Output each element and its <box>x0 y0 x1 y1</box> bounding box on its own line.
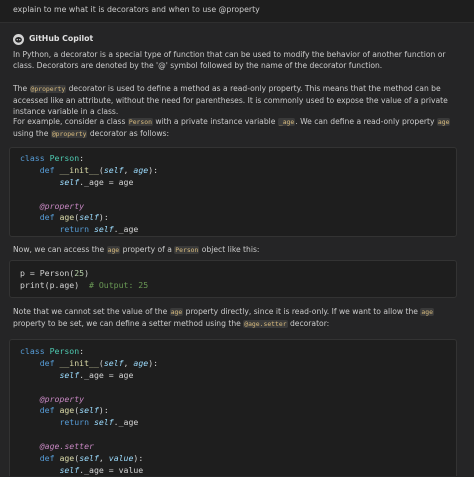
inline-code: Person <box>127 118 153 126</box>
paragraph-property: The @property decorator is used to defin… <box>13 84 448 116</box>
inline-code: @property <box>29 85 67 93</box>
code-block-1[interactable]: class Person: def __init__(self, age): s… <box>9 147 457 237</box>
user-message: explain to me what it is decorators and … <box>0 0 474 23</box>
inline-code: _age <box>277 118 296 126</box>
inline-code: Person <box>174 246 200 254</box>
paragraph-access: Now, we can access the age property of a… <box>13 245 260 254</box>
assistant-name: GitHub Copilot <box>29 34 94 44</box>
inline-code: age <box>169 308 184 316</box>
paragraph-intro: In Python, a decorator is a special type… <box>13 50 446 71</box>
inline-code: age <box>106 246 121 254</box>
assistant-header: GitHub Copilot <box>13 32 93 46</box>
inline-code: age <box>420 308 434 316</box>
copilot-icon <box>13 33 24 45</box>
inline-code: @age.setter <box>243 319 288 328</box>
paragraph-setter: Note that we cannot set the value of the… <box>13 307 434 328</box>
paragraph-example: For example, consider a class Person wit… <box>13 117 451 138</box>
code-block-3[interactable]: class Person: def __init__(self, age): s… <box>9 339 457 476</box>
code-block-2[interactable]: p = Person(25) print(p.age) # Output: 25 <box>9 260 457 298</box>
user-message-text: explain to me what it is decorators and … <box>13 5 260 14</box>
inline-code: age <box>436 118 451 126</box>
inline-code: @property <box>50 129 88 138</box>
